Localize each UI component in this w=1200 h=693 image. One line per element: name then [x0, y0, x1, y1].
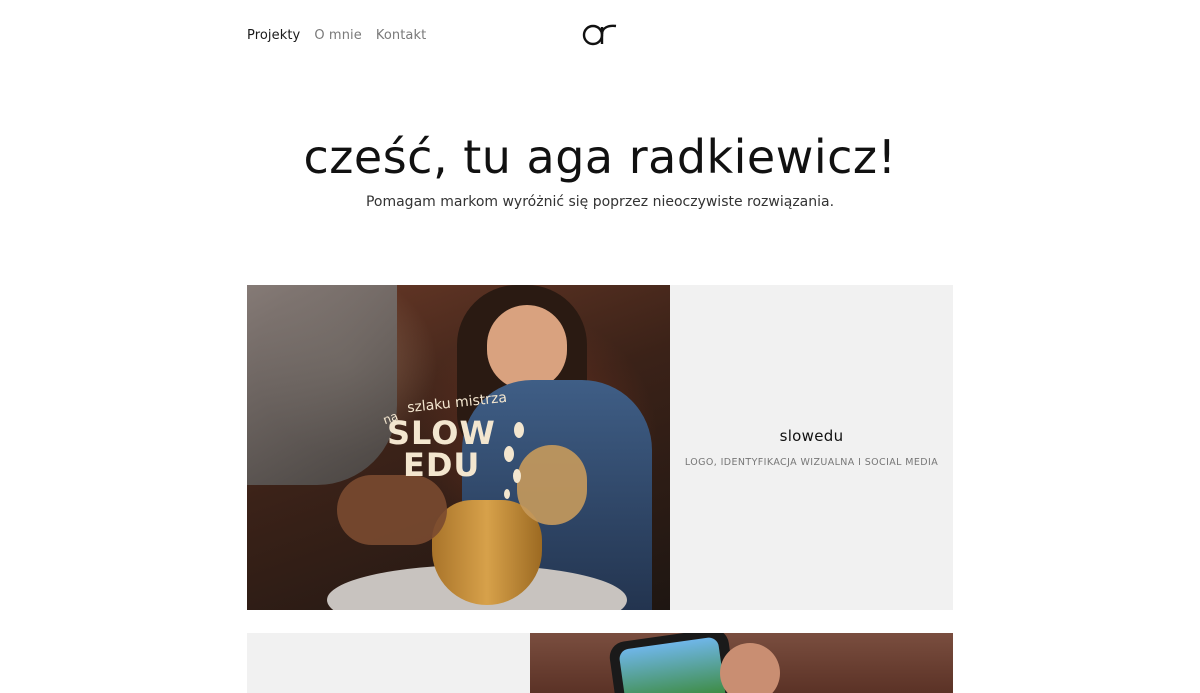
main-nav: Projekty O mnie Kontakt	[247, 28, 426, 43]
brand-line-edu: EDU	[403, 446, 481, 484]
ar-logo-icon	[582, 24, 617, 46]
project-card-next[interactable]	[247, 633, 953, 693]
hero-subtitle: Pomagam markom wyróżnić się poprzez nieo…	[365, 194, 835, 210]
project-image-slowedu: na szlaku mistrza SLOW EDU	[247, 285, 670, 610]
project-tags: LOGO, IDENTYFIKACJA WIZUALNA I SOCIAL ME…	[684, 457, 939, 468]
nav-item-o-mnie[interactable]: O mnie	[314, 28, 361, 43]
brand-line-slow: SLOW	[387, 414, 496, 452]
nav-item-projekty[interactable]: Projekty	[247, 28, 300, 43]
project-image-next	[530, 633, 953, 693]
sweater-sleeve	[247, 285, 397, 485]
project-title: slowedu	[779, 427, 844, 445]
site-logo[interactable]	[582, 18, 620, 48]
nav-item-kontakt[interactable]: Kontakt	[376, 28, 426, 43]
clay-pot	[432, 500, 542, 605]
hand	[720, 643, 780, 693]
girl-face	[487, 305, 567, 390]
project-card-slowedu[interactable]: na szlaku mistrza SLOW EDU slowedu LOGO,…	[247, 285, 953, 610]
project-info-slowedu: slowedu LOGO, IDENTYFIKACJA WIZUALNA I S…	[670, 285, 953, 610]
hands-left	[337, 475, 447, 545]
hero-title: cześć, tu aga radkiewicz!	[303, 130, 897, 184]
project-info-next	[247, 633, 530, 693]
footprints-icon	[504, 422, 524, 499]
slowedu-brand-mark: na szlaku mistrza SLOW EDU	[381, 390, 508, 484]
